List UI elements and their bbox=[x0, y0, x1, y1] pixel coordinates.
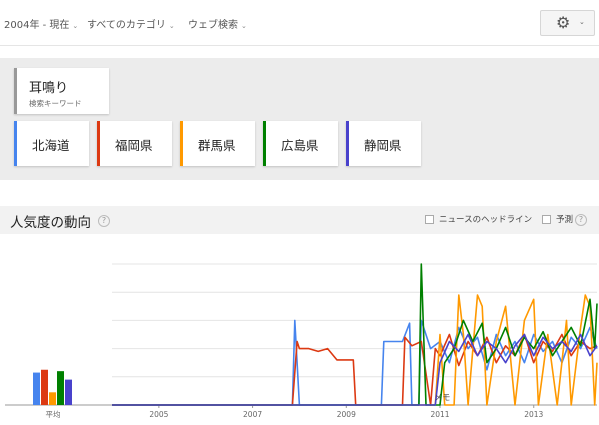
chevron-down-icon: ⌄ bbox=[168, 22, 175, 30]
forecast-label: 予測 bbox=[556, 215, 574, 225]
x-tick-label: 2009 bbox=[337, 410, 356, 419]
region-label: 福岡県 bbox=[115, 138, 153, 153]
average-bar bbox=[57, 371, 64, 405]
search-term-card[interactable]: 耳鳴り 検索キーワード bbox=[14, 68, 109, 114]
help-icon[interactable]: ? bbox=[575, 214, 587, 226]
region-label: 北海道 bbox=[32, 138, 70, 153]
chevron-down-icon: ⌄ bbox=[579, 18, 585, 26]
average-bar bbox=[49, 392, 56, 405]
news-headlines-checkbox[interactable] bbox=[425, 215, 434, 224]
x-tick-label: 2005 bbox=[149, 410, 168, 419]
average-label: 平均 bbox=[46, 409, 61, 419]
x-tick-label: 2011 bbox=[430, 410, 449, 419]
search-term-text: 耳鳴り bbox=[29, 81, 69, 96]
chevron-down-icon: ⌄ bbox=[72, 22, 79, 30]
region-card-gunma[interactable]: 群馬県 bbox=[180, 121, 255, 166]
trend-chart: 2005 2007 2009 2011 2013 平均 メモ bbox=[5, 263, 598, 419]
average-bar bbox=[33, 372, 40, 405]
search-terms-panel: 耳鳴り 検索キーワード 北海道 福岡県 群馬県 広島県 静岡県 bbox=[0, 58, 599, 180]
region-label: 群馬県 bbox=[198, 138, 236, 153]
average-bar bbox=[65, 379, 72, 405]
series-line bbox=[112, 333, 598, 406]
search-term-subtitle: 検索キーワード bbox=[29, 99, 82, 108]
x-tick-label: 2007 bbox=[243, 410, 262, 419]
search-type-dropdown[interactable]: ウェブ検索 ⌄ bbox=[188, 16, 247, 31]
average-bar bbox=[41, 369, 48, 405]
x-tick-label: 2013 bbox=[524, 410, 543, 419]
region-card-hiroshima[interactable]: 広島県 bbox=[263, 121, 338, 166]
region-label: 静岡県 bbox=[364, 138, 402, 153]
period-dropdown[interactable]: 2004年 - 現在 ⌄ bbox=[4, 16, 78, 31]
help-icon[interactable]: ? bbox=[98, 215, 110, 227]
top-filter-bar: 2004年 - 現在 ⌄ すべてのカテゴリ ⌄ ウェブ検索 ⌄ ⚙ ⌄ bbox=[0, 0, 599, 46]
region-label: 広島県 bbox=[281, 138, 319, 153]
forecast-checkbox[interactable] bbox=[542, 215, 551, 224]
region-card-fukuoka[interactable]: 福岡県 bbox=[97, 121, 172, 166]
category-dropdown[interactable]: すべてのカテゴリ ⌄ bbox=[87, 16, 175, 31]
gear-icon: ⚙ bbox=[556, 13, 571, 32]
settings-button[interactable]: ⚙ ⌄ bbox=[540, 10, 595, 36]
note-marker: メモ bbox=[434, 393, 450, 402]
chevron-down-icon: ⌄ bbox=[241, 22, 247, 30]
category-label: すべてのカテゴリ bbox=[87, 20, 166, 31]
region-card-shizuoka[interactable]: 静岡県 bbox=[346, 121, 421, 166]
search-type-label: ウェブ検索 bbox=[188, 20, 238, 31]
news-headlines-label: ニュースのヘッドライン bbox=[439, 215, 533, 225]
section-title: 人気度の動向 bbox=[10, 215, 91, 231]
period-label: 2004年 - 現在 bbox=[4, 20, 70, 31]
region-card-hokkaido[interactable]: 北海道 bbox=[14, 121, 89, 166]
